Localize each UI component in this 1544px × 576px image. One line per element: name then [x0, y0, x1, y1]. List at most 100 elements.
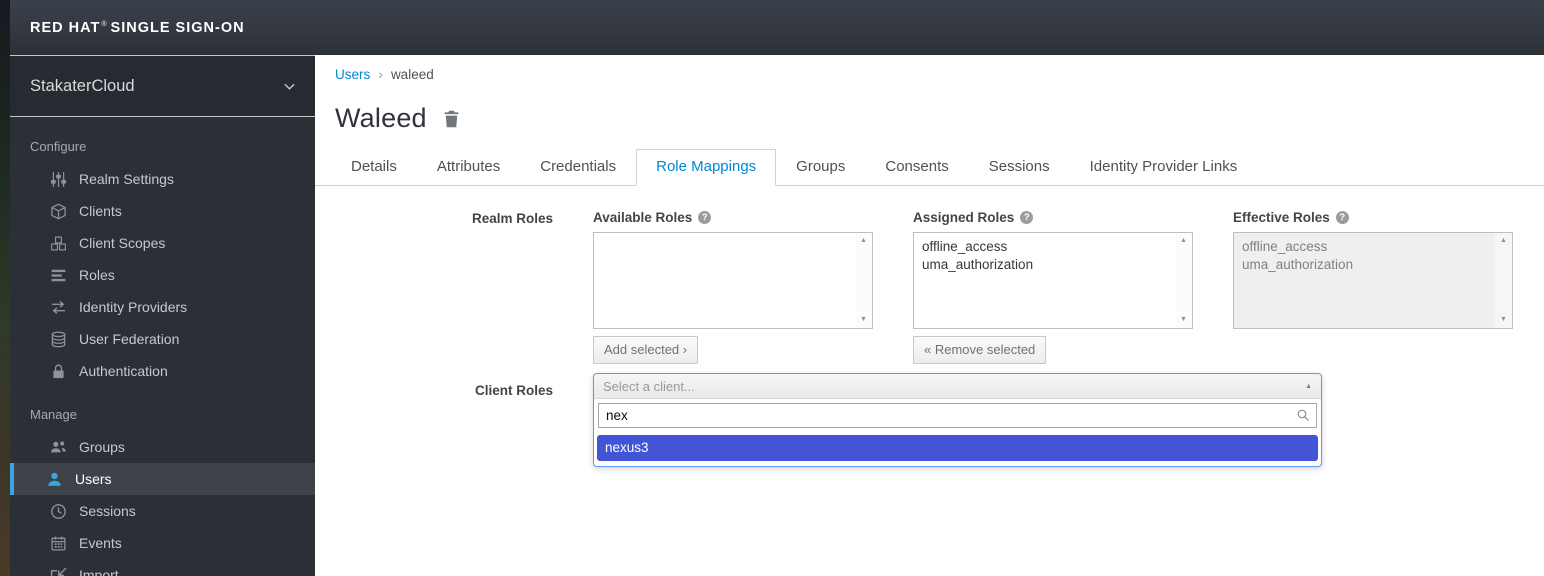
- brand-logo: RED HAT® SINGLE SIGN-ON: [30, 20, 245, 36]
- breadcrumb-users-link[interactable]: Users: [335, 67, 370, 82]
- page-title: Waleed: [335, 103, 427, 133]
- sidebar-item-clients[interactable]: Clients: [10, 195, 315, 227]
- sidebar-item-label: Identity Providers: [79, 299, 188, 315]
- top-bar: RED HAT® SINGLE SIGN-ON: [10, 0, 1544, 55]
- help-icon[interactable]: ?: [1020, 211, 1034, 224]
- assigned-roles-header: Assigned Roles ?: [913, 210, 1193, 225]
- registered-mark: ®: [101, 20, 108, 28]
- scroll-down-icon[interactable]: ▼: [860, 316, 867, 324]
- tab-credentials[interactable]: Credentials: [520, 149, 636, 186]
- effective-roles-header-text: Effective Roles: [1233, 210, 1330, 225]
- breadcrumb: Users › waleed: [335, 66, 1544, 82]
- sliders-icon: [50, 171, 67, 188]
- nav-section-configure: Configure: [30, 139, 87, 154]
- client-select-chosen[interactable]: Select a client... ▲: [594, 374, 1321, 399]
- cubes-icon: [50, 235, 67, 252]
- sidebar-item-client-scopes[interactable]: Client Scopes: [10, 227, 315, 259]
- sidebar-item-label: Groups: [79, 439, 125, 455]
- client-select-results: nexus3: [594, 432, 1321, 466]
- effective-roles-header: Effective Roles ?: [1233, 210, 1513, 225]
- client-select-placeholder: Select a client...: [603, 378, 695, 394]
- import-icon: [50, 567, 67, 576]
- available-roles-header: Available Roles ?: [593, 210, 873, 225]
- help-icon[interactable]: ?: [1335, 211, 1349, 224]
- assigned-roles-column: Assigned Roles ? offline_access uma_auth…: [913, 210, 1193, 364]
- listbox-scrollbar[interactable]: ▲ ▼: [1175, 233, 1192, 328]
- role-option-uma-authorization[interactable]: uma_authorization: [914, 256, 1170, 274]
- tab-role-mappings[interactable]: Role Mappings: [636, 149, 777, 186]
- role-option-offline-access: offline_access: [1242, 239, 1328, 254]
- sidebar-item-identity-providers[interactable]: Identity Providers: [10, 291, 315, 323]
- sidebar-item-label: User Federation: [79, 331, 180, 347]
- tab-sessions[interactable]: Sessions: [969, 149, 1070, 186]
- realm-roles-columns: Available Roles ? ▲ ▼ Add selected › Ass…: [593, 210, 1513, 364]
- exchange-arrows-icon: [50, 299, 67, 316]
- role-option-offline-access[interactable]: offline_access: [914, 238, 1170, 256]
- sidebar-item-users[interactable]: Users: [10, 463, 315, 495]
- client-select-search: [594, 399, 1321, 432]
- brand-primary: RED HAT: [30, 19, 101, 36]
- sidebar-item-authentication[interactable]: Authentication: [10, 355, 315, 387]
- assigned-roles-listbox[interactable]: offline_access uma_authorization ▲ ▼: [913, 232, 1193, 329]
- help-icon[interactable]: ?: [698, 211, 712, 224]
- clock-icon: [50, 503, 67, 520]
- client-search-input[interactable]: [598, 403, 1317, 428]
- sidebar-item-label: Users: [75, 471, 112, 487]
- sidebar-item-sessions[interactable]: Sessions: [10, 495, 315, 527]
- main-content: Users › waleed Waleed Details Attributes…: [315, 55, 1544, 576]
- client-roles-row: Client Roles Select a client... ▲ nexus3: [335, 373, 1544, 467]
- realm-roles-label: Realm Roles: [471, 211, 553, 226]
- realm-name: StakaterCloud: [30, 76, 135, 95]
- available-roles-listbox[interactable]: ▲ ▼: [593, 232, 873, 329]
- scroll-up-icon[interactable]: ▲: [1180, 237, 1187, 245]
- scroll-down-icon: ▼: [1500, 316, 1507, 323]
- breadcrumb-separator-icon: ›: [378, 66, 383, 82]
- tab-details[interactable]: Details: [331, 149, 417, 186]
- sidebar-item-label: Authentication: [79, 363, 168, 379]
- client-select-dropdown: Select a client... ▲ nexus3: [593, 373, 1322, 467]
- users-group-icon: [50, 439, 67, 456]
- sidebar-item-label: Roles: [79, 267, 115, 283]
- delete-user-trash-icon[interactable]: [442, 109, 461, 129]
- tab-identity-provider-links[interactable]: Identity Provider Links: [1070, 149, 1258, 186]
- sidebar-item-groups[interactable]: Groups: [10, 431, 315, 463]
- sidebar-item-label: Events: [79, 535, 122, 551]
- lock-icon: [50, 363, 67, 380]
- nav-section-manage: Manage: [30, 407, 77, 422]
- sidebar: StakaterCloud Configure Realm Settings C…: [10, 55, 315, 576]
- sidebar-item-import[interactable]: Import: [10, 559, 315, 576]
- scroll-up-icon[interactable]: ▲: [860, 237, 867, 245]
- database-icon: [50, 331, 67, 348]
- sidebar-item-label: Sessions: [79, 503, 136, 519]
- cube-icon: [50, 203, 67, 220]
- add-selected-button[interactable]: Add selected ›: [593, 336, 699, 364]
- client-roles-label: Client Roles: [474, 383, 553, 398]
- tab-consents[interactable]: Consents: [865, 149, 968, 186]
- chevron-down-icon: [282, 79, 297, 94]
- background-image-strip: [0, 0, 10, 576]
- sidebar-item-events[interactable]: Events: [10, 527, 315, 559]
- sidebar-item-label: Client Scopes: [79, 235, 166, 251]
- effective-roles-column: Effective Roles ? offline_access uma_aut…: [1233, 210, 1513, 364]
- sidebar-item-user-federation[interactable]: User Federation: [10, 323, 315, 355]
- sidebar-item-label: Clients: [79, 203, 122, 219]
- listbox-scrollbar[interactable]: ▲ ▼: [855, 233, 872, 328]
- brand-secondary: SINGLE SIGN-ON: [110, 19, 245, 36]
- sidebar-item-roles[interactable]: Roles: [10, 259, 315, 291]
- scroll-down-icon[interactable]: ▼: [1180, 316, 1187, 324]
- tab-groups[interactable]: Groups: [776, 149, 865, 186]
- sidebar-item-realm-settings[interactable]: Realm Settings: [10, 163, 315, 195]
- tab-attributes[interactable]: Attributes: [417, 149, 520, 186]
- scroll-up-icon: ▲: [1500, 237, 1507, 244]
- client-option-nexus3[interactable]: nexus3: [597, 435, 1318, 461]
- available-roles-column: Available Roles ? ▲ ▼ Add selected ›: [593, 210, 873, 364]
- role-option-uma-authorization: uma_authorization: [1242, 257, 1354, 272]
- remove-selected-button[interactable]: « Remove selected: [913, 336, 1047, 364]
- role-mappings-form: Realm Roles Available Roles ? ▲ ▼ Add se…: [335, 210, 1544, 467]
- list-bars-icon: [50, 267, 67, 284]
- realm-roles-row: Realm Roles Available Roles ? ▲ ▼ Add se…: [335, 210, 1544, 364]
- calendar-icon: [50, 535, 67, 552]
- effective-roles-listbox: offline_access uma_authorization ▲ ▼: [1233, 232, 1513, 329]
- realm-selector[interactable]: StakaterCloud: [10, 55, 315, 117]
- breadcrumb-current: waleed: [390, 66, 434, 82]
